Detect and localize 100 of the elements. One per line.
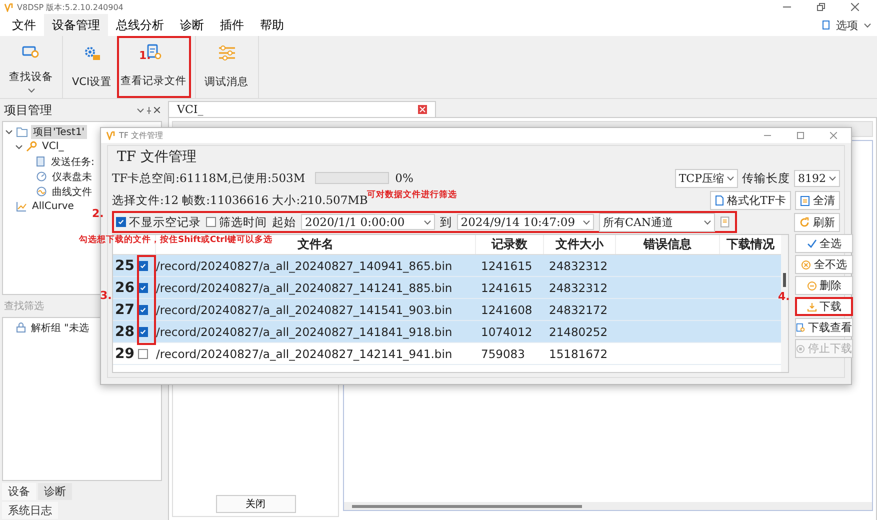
selection-info: 选择文件:12 帧数:11036616 大小:210.507MB <box>112 192 368 208</box>
length-dropdown[interactable]: 8192 <box>794 170 840 186</box>
minus-circle-icon <box>806 280 816 290</box>
menu-item[interactable]: 总线分析 <box>108 14 172 36</box>
maximize-icon[interactable] <box>797 132 804 139</box>
download-icon <box>806 302 816 312</box>
panel-tab[interactable]: 设备 <box>2 483 36 500</box>
chevron-down-icon[interactable] <box>15 142 23 150</box>
column-header[interactable]: 文件大小 <box>554 236 606 253</box>
checkbox[interactable] <box>116 217 126 227</box>
start-time-field[interactable]: 2020/1/1 0:00:00 <box>301 214 435 230</box>
table-row[interactable]: 27 /record/20240827/a_all_20240827_141541_903.bin 1241608 24832172 <box>113 299 781 321</box>
close-icon[interactable] <box>830 132 837 139</box>
sliders-icon <box>218 45 236 61</box>
caret-icon <box>727 176 734 180</box>
menu-item[interactable]: 诊断 <box>172 14 212 36</box>
document-tab[interactable]: VCI_ <box>168 101 436 117</box>
table-cell-text: 24832312 <box>548 258 609 274</box>
ribbon-button[interactable]: 查找设备 <box>4 36 58 98</box>
table-cell-text: 1241615 <box>480 258 534 274</box>
checkbox[interactable] <box>206 217 216 227</box>
table-cell-text: /record/20240827/a_all_20240827_141241_885.bin <box>155 280 454 297</box>
side-button[interactable]: 全选 <box>795 234 853 253</box>
dropdown-icon <box>137 108 144 112</box>
menu-item[interactable]: 插件 <box>212 14 252 36</box>
close-button[interactable]: 关闭 <box>216 495 296 513</box>
tree-item[interactable]: 项目'Test1' <box>31 124 87 138</box>
table-row[interactable]: 29 /record/20240827/a_all_20240827_142141_941.bin 759083 15181672 <box>113 343 781 365</box>
table-cell-text: /record/20240827/a_all_20240827_141541_903.bin <box>155 302 454 319</box>
pin-icon[interactable] <box>146 106 152 114</box>
chevron-down-icon[interactable] <box>5 128 13 136</box>
row-number: 28 <box>114 322 136 342</box>
table-cell-text: 24832172 <box>548 302 609 318</box>
close-icon[interactable] <box>851 3 859 11</box>
app-logo-icon <box>4 2 13 12</box>
row-number: 26 <box>114 278 136 298</box>
checkbox-label: 不显示空记录 <box>129 214 201 230</box>
panel-title: 项目管理 <box>4 102 52 118</box>
dropdown-caret-icon <box>28 88 34 93</box>
checkbox[interactable] <box>138 282 148 292</box>
checkbox[interactable] <box>138 326 148 336</box>
compression-dropdown[interactable]: TCP压缩 <box>674 168 738 188</box>
table-row[interactable]: 28 /record/20240827/a_all_20240827_141841_918.bin 1074012 21480252 <box>113 321 781 343</box>
table-cell-text: 1241615 <box>480 280 534 296</box>
row-number: 29 <box>114 344 136 364</box>
table-cell-text: 15181672 <box>548 346 609 362</box>
toolbar-button[interactable]: 格式化TF卡 <box>710 190 791 210</box>
device-search-icon <box>22 45 40 59</box>
annotation-text: 3. <box>100 289 112 302</box>
progress-reading: 0% <box>395 171 414 185</box>
tree-item[interactable]: VCI_ <box>40 141 66 152</box>
cross-circle-icon <box>801 260 811 270</box>
annotation-text: 1. <box>139 49 151 62</box>
key-icon <box>26 141 37 152</box>
stop-circle-icon <box>796 344 805 354</box>
caret-icon <box>704 220 712 224</box>
side-button[interactable]: 下载 <box>795 297 853 316</box>
column-header[interactable]: 文件名 <box>296 236 336 253</box>
refresh-button[interactable]: 刷新 <box>794 212 840 232</box>
scrollbar-thumb[interactable] <box>352 504 582 508</box>
tree-item[interactable]: 仪表盘未 <box>50 170 94 184</box>
checkbox[interactable] <box>138 348 148 358</box>
tree-item[interactable]: 发送任务: <box>49 154 96 168</box>
checkbox[interactable] <box>138 260 148 270</box>
minimize-icon[interactable] <box>764 132 771 139</box>
ribbon-button[interactable]: 调试消息 <box>200 36 254 98</box>
caret-icon <box>829 176 836 180</box>
table-cell-text: 24832312 <box>548 280 609 296</box>
window-title: V8DSP 版本:5.2.10.240904 <box>17 2 124 12</box>
toolbar-button[interactable]: 全清 <box>795 190 840 210</box>
menu-item[interactable]: 设备管理 <box>44 14 108 36</box>
side-button[interactable]: 全不选 <box>795 255 853 274</box>
table-cell-text: /record/20240827/a_all_20240827_141841_918.bin <box>155 324 454 341</box>
table-cell-text: 1241608 <box>480 302 534 318</box>
table-row[interactable]: 25 /record/20240827/a_all_20240827_140941_865.bin 1241615 24832312 <box>113 255 781 277</box>
log-tab[interactable]: 系统日志 <box>2 502 58 519</box>
checkbox-label: 筛选时间 <box>219 214 267 230</box>
menu-item[interactable]: 文件 <box>4 14 44 36</box>
caret-icon <box>864 22 871 28</box>
checkbox[interactable] <box>138 304 148 314</box>
tree-item[interactable]: 解析组 "未选 <box>29 320 91 334</box>
ribbon-button[interactable]: VCI设置 <box>67 36 117 98</box>
tree-item[interactable]: 曲线文件 <box>50 184 94 198</box>
tree-item[interactable]: AllCurve <box>30 201 76 212</box>
side-button[interactable]: 下载查看 <box>795 318 853 337</box>
curve-icon <box>36 186 47 197</box>
channel-dropdown[interactable]: 所有CAN通道 <box>599 212 716 232</box>
annotation-text: 2. <box>92 207 104 220</box>
column-header[interactable]: 错误信息 <box>642 236 694 253</box>
options-menu[interactable]: 选项 <box>836 18 858 32</box>
side-button[interactable]: 删除 <box>795 276 853 295</box>
close-icon[interactable] <box>154 107 160 113</box>
lock-icon <box>16 322 26 333</box>
menu-item[interactable]: 帮助 <box>252 14 292 36</box>
column-header[interactable]: 记录数 <box>490 236 530 253</box>
panel-tab[interactable]: 诊断 <box>38 483 72 500</box>
scrollbar-thumb[interactable] <box>783 273 786 287</box>
column-header[interactable]: 下载情况 <box>724 236 776 253</box>
restore-icon[interactable] <box>817 3 825 11</box>
end-time-field[interactable]: 2024/9/14 10:47:09 <box>456 214 594 230</box>
